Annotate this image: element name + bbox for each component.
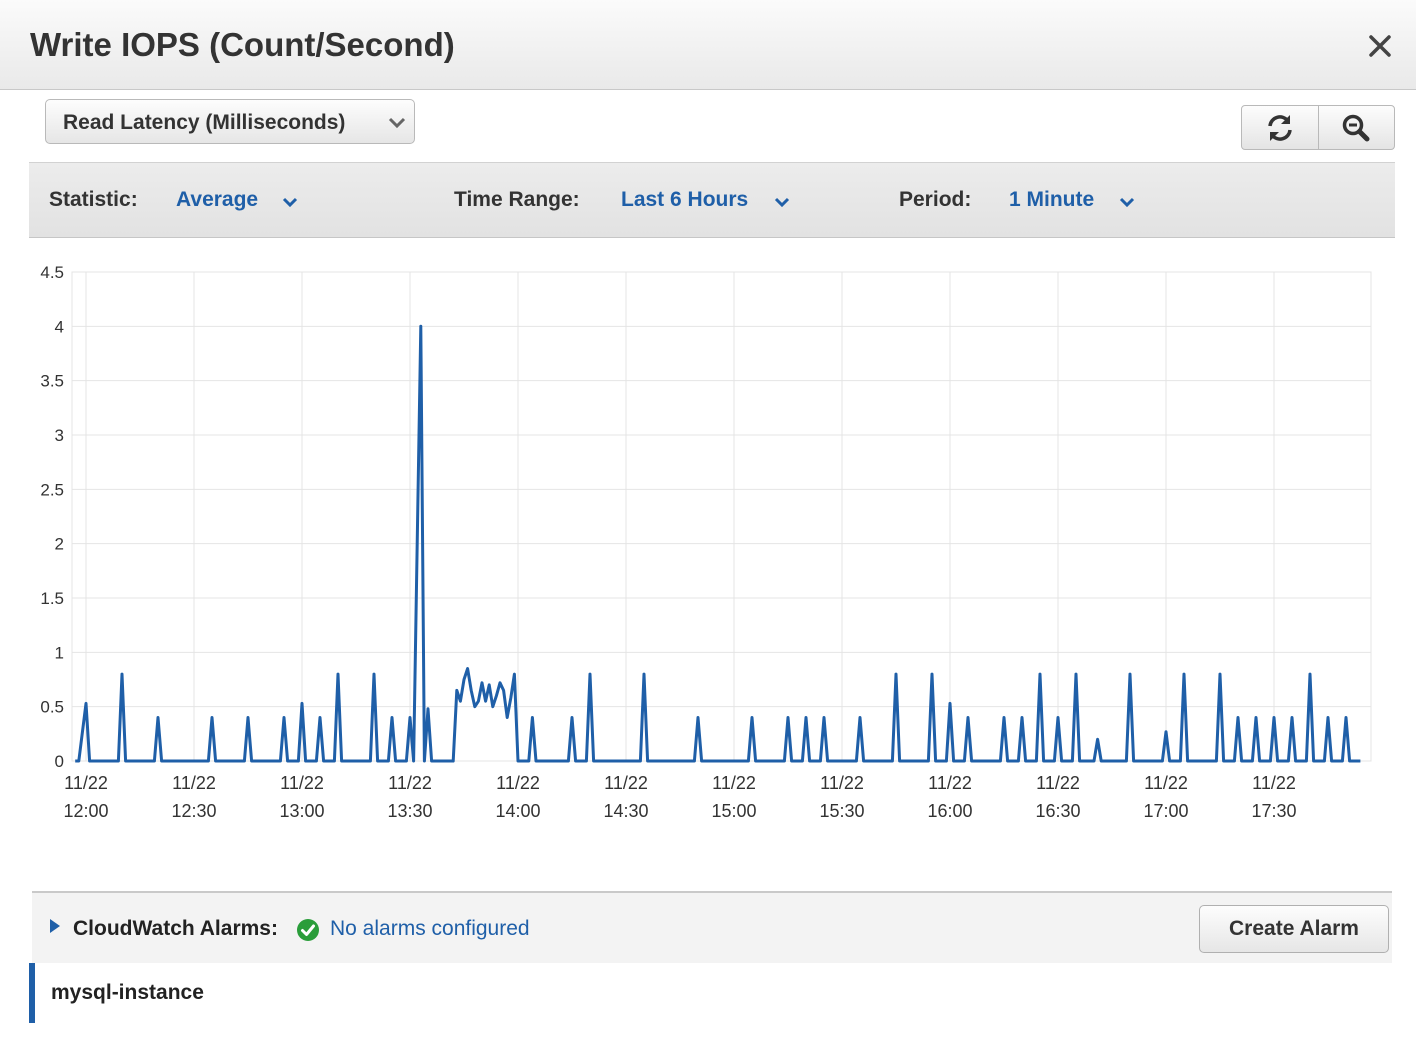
y-tick-label: 2 bbox=[55, 535, 64, 554]
x-tick-label: 12:00 bbox=[63, 801, 108, 821]
close-icon[interactable] bbox=[1364, 30, 1396, 62]
refresh-icon bbox=[1268, 114, 1292, 141]
period-label: Period: bbox=[899, 188, 972, 211]
statistic-dropdown[interactable]: Average bbox=[176, 188, 258, 212]
x-tick-label: 12:30 bbox=[171, 801, 216, 821]
x-tick-label: 17:00 bbox=[1143, 801, 1188, 821]
alarms-bar: CloudWatch Alarms: No alarms configured bbox=[32, 891, 1392, 963]
chevron-down-icon bbox=[388, 116, 406, 134]
dialog-title: Write IOPS (Count/Second) bbox=[30, 26, 455, 63]
x-tick-label: 15:00 bbox=[711, 801, 756, 821]
check-circle-icon bbox=[296, 918, 320, 947]
statistic-label: Statistic: bbox=[49, 188, 138, 211]
x-tick-label: 11/22 bbox=[1036, 773, 1080, 793]
y-tick-label: 4 bbox=[55, 317, 64, 336]
chevron-down-icon[interactable] bbox=[774, 194, 790, 212]
x-tick-label: 11/22 bbox=[280, 773, 324, 793]
time-range-dropdown[interactable]: Last 6 Hours bbox=[621, 188, 748, 212]
zoom-button[interactable] bbox=[1317, 106, 1395, 149]
zoom-icon bbox=[1343, 114, 1370, 141]
x-tick-label: 11/22 bbox=[928, 773, 972, 793]
metric-select[interactable]: Read Latency (Milliseconds) bbox=[45, 99, 415, 144]
y-tick-label: 3 bbox=[55, 426, 64, 445]
x-tick-label: 14:00 bbox=[495, 801, 540, 821]
chevron-down-icon[interactable] bbox=[282, 194, 298, 212]
chart-options-bar: Statistic: Average Time Range: Last 6 Ho… bbox=[29, 162, 1395, 238]
refresh-button[interactable] bbox=[1242, 106, 1318, 149]
alarms-status-link[interactable]: No alarms configured bbox=[330, 917, 530, 941]
x-tick-label: 11/22 bbox=[388, 773, 432, 793]
x-tick-label: 11/22 bbox=[820, 773, 864, 793]
x-tick-label: 11/22 bbox=[496, 773, 540, 793]
instance-name: mysql-instance bbox=[51, 981, 204, 1004]
y-tick-label: 3.5 bbox=[40, 372, 64, 391]
x-tick-label: 11/22 bbox=[1252, 773, 1296, 793]
dialog-header: Write IOPS (Count/Second) bbox=[0, 0, 1416, 90]
y-tick-label: 4.5 bbox=[40, 263, 64, 282]
x-tick-label: 15:30 bbox=[819, 801, 864, 821]
chevron-down-icon[interactable] bbox=[1119, 194, 1135, 212]
x-tick-label: 14:30 bbox=[603, 801, 648, 821]
x-tick-label: 11/22 bbox=[172, 773, 216, 793]
y-tick-label: 2.5 bbox=[40, 480, 64, 499]
x-tick-label: 11/22 bbox=[64, 773, 108, 793]
chart-actions bbox=[1241, 105, 1395, 150]
alarms-label: CloudWatch Alarms: bbox=[73, 917, 278, 940]
x-tick-label: 13:00 bbox=[279, 801, 324, 821]
x-tick-label: 11/22 bbox=[1144, 773, 1188, 793]
x-tick-label: 16:30 bbox=[1035, 801, 1080, 821]
metric-select-value: Read Latency (Milliseconds) bbox=[63, 111, 346, 134]
line-chart[interactable]: 0 0.5 1 1.5 2 2.5 3 3.5 4 4.5 11/22 12:00 11/22 12:30… bbox=[0, 250, 1416, 850]
y-tick-label: 1 bbox=[55, 643, 64, 662]
triangle-right-icon[interactable] bbox=[49, 918, 61, 939]
y-tick-label: 1.5 bbox=[40, 589, 64, 608]
y-tick-label: 0.5 bbox=[40, 698, 64, 717]
x-tick-label: 11/22 bbox=[604, 773, 648, 793]
x-tick-label: 11/22 bbox=[712, 773, 756, 793]
instance-item: mysql-instance bbox=[29, 963, 729, 1023]
plot-area bbox=[71, 271, 1372, 762]
x-tick-label: 13:30 bbox=[387, 801, 432, 821]
x-tick-label: 16:00 bbox=[927, 801, 972, 821]
x-tick-label: 17:30 bbox=[1251, 801, 1296, 821]
y-tick-label: 0 bbox=[55, 752, 64, 771]
period-dropdown[interactable]: 1 Minute bbox=[1009, 188, 1094, 212]
create-alarm-button[interactable]: Create Alarm bbox=[1199, 905, 1389, 953]
time-range-label: Time Range: bbox=[454, 188, 580, 211]
